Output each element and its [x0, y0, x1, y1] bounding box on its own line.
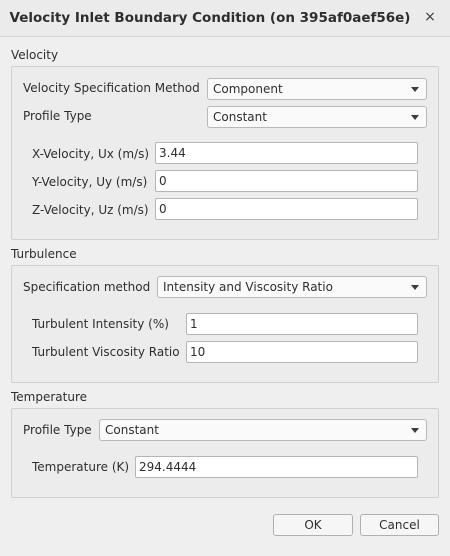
temperature-input[interactable]	[135, 456, 418, 478]
ux-input[interactable]	[155, 142, 418, 164]
title-bar: Velocity Inlet Boundary Condition (on 39…	[0, 0, 450, 37]
close-icon[interactable]: ×	[421, 8, 439, 26]
velocity-spec-method-select[interactable]: Component	[207, 78, 427, 100]
temperature-group: Profile Type Constant Temperature (K)	[11, 408, 439, 498]
uy-label: Y-Velocity, Uy (m/s)	[32, 175, 148, 189]
velocity-profile-type-select[interactable]: Constant	[207, 106, 427, 128]
velocity-spec-method-value: Component	[213, 82, 283, 96]
temperature-section-title: Temperature	[11, 390, 88, 404]
turbulence-spec-method-label: Specification method	[23, 280, 151, 294]
turbulence-spec-method-select[interactable]: Intensity and Viscosity Ratio	[157, 276, 427, 298]
turbulent-viscosity-ratio-input[interactable]	[186, 341, 418, 363]
uz-label: Z-Velocity, Uz (m/s)	[32, 203, 149, 217]
chevron-down-icon	[411, 87, 419, 92]
turbulent-viscosity-ratio-label: Turbulent Viscosity Ratio	[32, 345, 180, 359]
ux-label: X-Velocity, Ux (m/s)	[32, 147, 149, 161]
velocity-section-title: Velocity	[11, 48, 59, 62]
cancel-button[interactable]: Cancel	[360, 514, 439, 536]
velocity-inlet-dialog: Velocity Inlet Boundary Condition (on 39…	[0, 0, 450, 556]
temperature-profile-type-select[interactable]: Constant	[99, 419, 427, 441]
velocity-profile-type-value: Constant	[213, 110, 267, 124]
turbulent-intensity-input[interactable]	[186, 313, 418, 335]
velocity-group: Velocity Specification Method Component …	[11, 66, 439, 240]
window-title: Velocity Inlet Boundary Condition (on 39…	[9, 10, 411, 26]
turbulence-spec-method-value: Intensity and Viscosity Ratio	[163, 280, 333, 294]
chevron-down-icon	[411, 285, 419, 290]
turbulent-intensity-label: Turbulent Intensity (%)	[32, 317, 169, 331]
chevron-down-icon	[411, 115, 419, 120]
velocity-profile-type-label: Profile Type	[23, 109, 92, 123]
ok-button[interactable]: OK	[273, 514, 353, 536]
temperature-label: Temperature (K)	[32, 460, 130, 474]
uy-input[interactable]	[155, 170, 418, 192]
chevron-down-icon	[411, 428, 419, 433]
temperature-profile-type-label: Profile Type	[23, 423, 92, 437]
uz-input[interactable]	[155, 198, 418, 220]
temperature-profile-type-value: Constant	[105, 423, 159, 437]
turbulence-section-title: Turbulence	[11, 247, 77, 261]
turbulence-group: Specification method Intensity and Visco…	[11, 265, 439, 383]
velocity-spec-method-label: Velocity Specification Method	[23, 81, 200, 95]
